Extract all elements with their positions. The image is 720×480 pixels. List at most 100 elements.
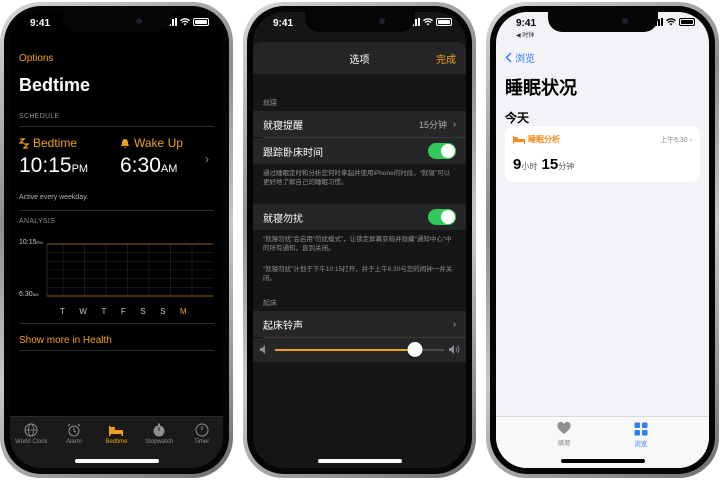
tab-label: Timer	[194, 439, 210, 445]
options-back-link[interactable]: Options	[19, 53, 53, 64]
home-indicator[interactable]	[74, 459, 159, 463]
tab-label: World Clock	[15, 439, 48, 445]
chart-start-suffix: PM	[36, 240, 43, 245]
weekday-labels: TWTFSSM	[60, 307, 187, 316]
wifi-icon	[666, 18, 676, 26]
weekday-label: W	[79, 307, 87, 316]
chevron-right-icon: ›	[453, 319, 456, 329]
page-title: 睡眠状况	[505, 78, 577, 98]
tab-label: 浏览	[634, 441, 648, 448]
weekday-label: T	[60, 307, 65, 316]
chevron-right-icon: ›	[453, 119, 456, 129]
tab-timer[interactable]: Timer	[182, 423, 222, 468]
phone-health-sleep: 9:41 ◀ 时钟 浏览 睡眠状况 今天 睡眠分析 上午6:30 › 9小时 1…	[486, 2, 719, 478]
status-time: 9:41	[273, 18, 294, 29]
sleep-analysis-chart: 10:15PM 6:30AM	[19, 234, 213, 304]
phone-bedtime-options: 9:41 选项 完成 就寝 就寝提醒 15分钟 › 跟踪卧床时间 通过睡眠定时和…	[243, 2, 476, 478]
notch	[61, 12, 172, 32]
done-button[interactable]: 完成	[436, 51, 456, 66]
bedtime-value[interactable]: 10:15PM	[19, 154, 88, 178]
track-time-in-bed-row: 跟踪卧床时间	[253, 138, 466, 164]
globe-icon	[24, 423, 38, 437]
wake-sound-row[interactable]: 起床铃声 ›	[253, 311, 466, 337]
nav-bar: 选项 完成	[253, 42, 466, 74]
bedtime-label[interactable]: Bedtime	[19, 136, 77, 150]
divider	[19, 323, 214, 324]
dnd-label: 就寝勿扰	[263, 213, 303, 225]
wakeup-label[interactable]: Wake Up	[120, 136, 183, 150]
tab-world-clock[interactable]: World Clock	[11, 423, 51, 468]
reminder-label: 就寝提醒	[263, 120, 303, 132]
volume-fill	[275, 349, 416, 351]
analysis-header: ANALYSIS	[19, 218, 56, 225]
weekday-label: M	[179, 307, 187, 316]
wifi-icon	[423, 18, 433, 26]
notch	[304, 12, 415, 32]
phone-clock-bedtime: 9:41 Options Bedtime SCHEDULE Bedtime Wa…	[0, 2, 233, 478]
card-time-text: 上午6:30	[660, 137, 688, 144]
dnd-toggle[interactable]	[428, 209, 456, 225]
today-header: 今天	[505, 111, 530, 125]
battery-icon	[436, 18, 452, 26]
weekday-label: S	[160, 307, 166, 316]
show-more-health-link[interactable]: Show more in Health	[19, 335, 112, 346]
chevron-right-icon: ›	[689, 137, 692, 144]
section-header-wake: 起床	[263, 300, 277, 307]
chevron-right-icon[interactable]: ›	[205, 152, 209, 166]
hours-unit: 小时	[521, 162, 538, 171]
tab-label: Bedtime	[105, 439, 128, 445]
card-time: 上午6:30 ›	[660, 135, 692, 145]
options-screen: 9:41 选项 完成 就寝 就寝提醒 15分钟 › 跟踪卧床时间 通过睡眠定时和…	[253, 12, 466, 468]
sound-label: 起床铃声	[263, 320, 303, 332]
volume-high-icon	[449, 345, 460, 354]
status-time: 9:41	[516, 18, 537, 29]
volume-knob[interactable]	[407, 342, 423, 357]
dnd-footer: “就寝勿扰”会启用“勿扰模式”，让锁定屏幕变暗并隐藏“通知中心”中的所有通知，直…	[263, 236, 452, 252]
timer-icon	[195, 423, 209, 437]
divider	[19, 210, 214, 211]
track-footer: 通过睡眠定时和分析您何时拿起并使用iPhone的时段，“就寝”可以更好地了解自己…	[263, 170, 451, 186]
three-phones-showcase: 9:41 Options Bedtime SCHEDULE Bedtime Wa…	[0, 0, 720, 480]
bed-icon	[513, 136, 525, 144]
page-title: 选项	[349, 55, 370, 66]
weekday-label: F	[120, 307, 126, 316]
bedtime-time: 10:15	[19, 154, 72, 177]
bedtime-zzz-icon	[19, 137, 29, 149]
chart-start-time: 10:15	[19, 239, 37, 246]
bedtime-label-text: Bedtime	[33, 136, 78, 150]
home-indicator[interactable]	[317, 459, 402, 463]
back-label: 浏览	[515, 54, 535, 65]
chart-start-label: 10:15PM	[19, 239, 43, 246]
weekday-label: T	[101, 307, 107, 316]
home-indicator[interactable]	[560, 459, 645, 463]
wakeup-ampm: AM	[160, 163, 178, 175]
minutes-unit: 分钟	[558, 162, 575, 171]
volume-slider[interactable]	[275, 342, 444, 357]
dnd-schedule-note: “就寝勿扰”计划于下午10:15打开，并于上午6:30与您的闹钟一并关闭。	[263, 266, 453, 282]
browse-back-link[interactable]: 浏览	[505, 50, 535, 65]
divider	[19, 126, 214, 127]
track-toggle[interactable]	[428, 143, 456, 159]
chart-grid	[47, 244, 213, 296]
sleep-analysis-card[interactable]: 睡眠分析 上午6:30 › 9小时 15分钟	[505, 126, 700, 182]
minutes-value: 15	[541, 156, 559, 173]
bell-icon	[121, 138, 129, 148]
clock-screen: 9:41 Options Bedtime SCHEDULE Bedtime Wa…	[10, 12, 223, 468]
schedule-header: SCHEDULE	[19, 113, 60, 120]
notch	[547, 12, 658, 32]
bedtime-ampm: PM	[71, 163, 89, 175]
card-header: 睡眠分析	[513, 134, 560, 145]
battery-icon	[679, 18, 695, 26]
chart-end-time: 6:30	[19, 291, 33, 298]
sleep-chart-svg	[46, 243, 213, 297]
bedtime-reminder-row[interactable]: 就寝提醒 15分钟 ›	[253, 111, 466, 137]
volume-row	[253, 338, 466, 362]
status-time: 9:41	[30, 18, 51, 29]
section-header-bedtime: 就寝	[263, 100, 277, 107]
reminder-value: 15分钟	[418, 119, 447, 130]
heart-icon	[557, 422, 571, 434]
weekday-label: S	[140, 307, 146, 316]
wakeup-value[interactable]: 6:30AM	[120, 154, 177, 178]
page-title: Bedtime	[19, 75, 91, 95]
bed-icon	[109, 426, 124, 436]
